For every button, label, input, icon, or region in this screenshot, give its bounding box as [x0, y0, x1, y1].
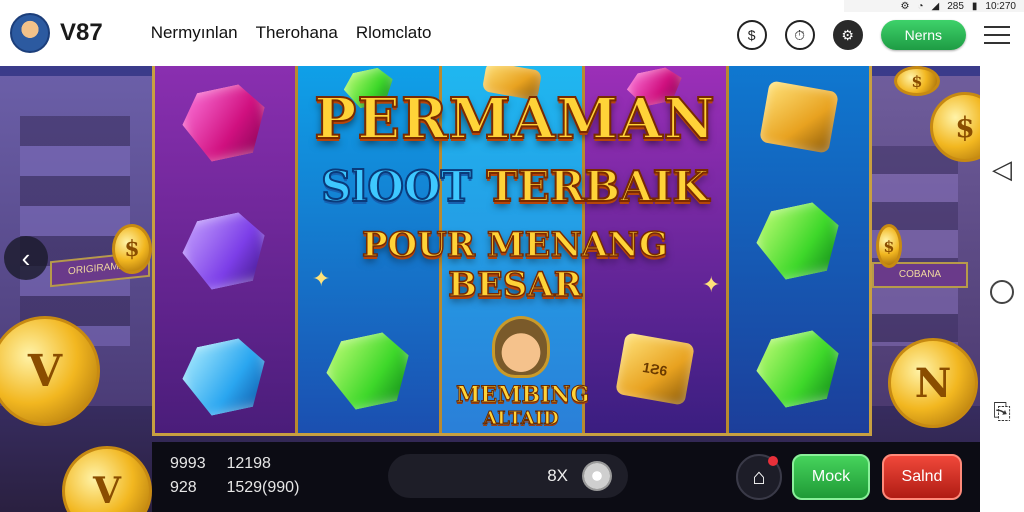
badge-line-2: ALTAID	[483, 408, 560, 430]
signal-icon: ◢	[931, 0, 940, 12]
nav-item-2[interactable]: Therohana	[256, 23, 338, 43]
badge-line-1: MEMBING	[456, 382, 590, 409]
status-bar: ⚙ ◔ ◢ 285 ▮ 10:270	[844, 0, 1024, 12]
nav-item-3[interactable]: Rlomclato	[356, 23, 432, 43]
history-icon[interactable]: ⏱	[784, 20, 815, 50]
multiplier-value: 8X	[547, 466, 568, 485]
status-indicators: 285	[947, 0, 964, 12]
readout-value: 928	[170, 479, 197, 496]
title-line-3: POUR MENANG BESAR	[361, 224, 669, 306]
hamburger-menu-icon[interactable]	[984, 26, 1010, 44]
character-badge: MEMBING ALTAID	[456, 316, 590, 430]
bet-multiplier-field[interactable]: 8X	[388, 454, 628, 498]
system-nav-bar: ◁ ⎘	[980, 66, 1024, 512]
violet-gem-icon	[177, 208, 274, 294]
spin-disc-icon[interactable]	[582, 461, 612, 491]
coin-v-icon: V	[62, 446, 152, 512]
nav-item-1[interactable]: Nermyınlan	[151, 23, 238, 43]
title-line-1: PERMAMAN	[313, 85, 716, 153]
bottom-control-bar: 9993 12198 928 1529(990) 8X ⌂ Mock Salnd	[152, 442, 980, 512]
balance-readout: 9993 12198 928 1529(990)	[170, 452, 299, 500]
saldo-button[interactable]: Salnd	[882, 454, 962, 500]
promo-title: PERMAMAN SlOOT TERBAIK POUR MENANG BESAR	[300, 85, 730, 306]
coin-icon: $	[894, 66, 940, 96]
reel-5	[728, 66, 870, 433]
readout-value: 1529(990)	[226, 479, 300, 496]
back-icon[interactable]: ◁	[992, 154, 1012, 185]
green-gem-icon	[750, 198, 847, 284]
mock-button[interactable]: Mock	[792, 454, 870, 500]
recent-apps-icon[interactable]: ⎘	[993, 399, 1011, 425]
previous-arrow-icon[interactable]: ‹	[4, 236, 48, 280]
blue-gem-icon	[177, 334, 274, 420]
green-ring-gem-icon	[750, 326, 847, 412]
status-time: 10:270	[985, 0, 1016, 12]
battery-icon: ▮	[971, 0, 978, 12]
coin-n-icon: N	[888, 338, 978, 428]
brand-logo[interactable]: V87	[60, 19, 103, 47]
green-gem-icon	[320, 328, 417, 414]
home-circle-icon[interactable]	[990, 279, 1014, 304]
coin-v-icon: V	[0, 316, 100, 426]
notification-dot	[768, 456, 778, 466]
gear-icon: ⚙	[900, 0, 910, 12]
clock-icon: ◔	[917, 0, 924, 12]
top-actions: $ ⏱ ⚙ Nerns	[736, 20, 1010, 50]
coin-icon: $	[112, 224, 152, 274]
gold-bar-icon	[758, 80, 839, 154]
home-button[interactable]: ⌂	[736, 454, 782, 500]
game-stage: ORIGIRAMAS COBANA ‹ 1Ƨ6 $ V V $ $ $ N PE…	[0, 66, 980, 512]
title-slot-word: SlOOT	[320, 161, 473, 212]
title-terbaik-word: TERBAIK	[485, 161, 709, 212]
gold-box-icon: 1Ƨ6	[615, 332, 696, 406]
pink-gem-icon	[177, 80, 274, 166]
avatar[interactable]	[10, 13, 50, 53]
coin-icon: $	[876, 224, 902, 268]
news-button[interactable]: Nerns	[880, 20, 966, 50]
reel-1	[155, 66, 299, 433]
readout-value: 9993	[170, 455, 206, 472]
main-nav: Nermyınlan Therohana Rlomclato	[151, 23, 432, 43]
deposit-icon[interactable]: $	[736, 20, 767, 50]
title-line-2: SlOOT TERBAIK	[300, 161, 730, 212]
settings-icon[interactable]: ⚙	[832, 20, 863, 50]
readout-value: 12198	[226, 455, 271, 472]
character-portrait	[492, 316, 550, 378]
home-icon: ⌂	[752, 464, 766, 489]
